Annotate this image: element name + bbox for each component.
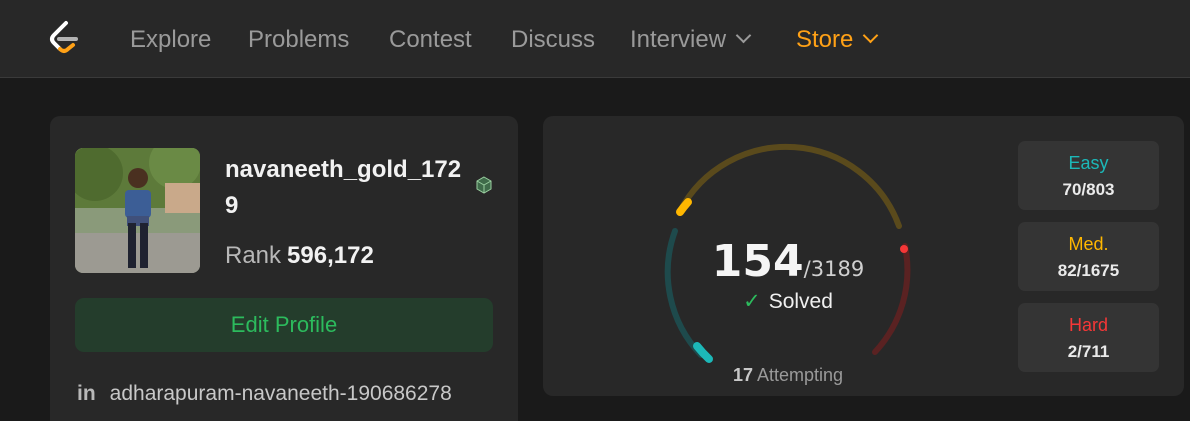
difficulty-hard-value: 2/711 xyxy=(1067,342,1110,361)
attempting: 17 Attempting xyxy=(653,365,923,386)
chevron-down-icon xyxy=(863,27,879,44)
nav-contest[interactable]: Contest xyxy=(389,26,472,54)
rank-value: 596,172 xyxy=(287,242,374,269)
username: navaneeth_gold_1729 xyxy=(225,156,462,219)
linkedin-handle: adharapuram-navaneeth-190686278 xyxy=(109,382,452,405)
nav-interview[interactable]: Interview xyxy=(630,26,752,54)
nav-explore[interactable]: Explore xyxy=(130,26,211,54)
difficulty-medium-value: 82/1675 xyxy=(1057,261,1120,280)
leetcode-logo-icon[interactable] xyxy=(46,20,82,58)
nav-problems[interactable]: Problems xyxy=(248,26,349,54)
difficulty-medium-label: Med. xyxy=(1068,234,1109,254)
attempting-count: 17 xyxy=(732,365,753,385)
edit-profile-button[interactable]: Edit Profile xyxy=(75,298,493,352)
solved-number: 154 xyxy=(711,236,804,287)
rank-label: Rank xyxy=(225,242,282,269)
top-navbar: Explore Problems Contest Discuss Intervi… xyxy=(0,0,1190,78)
difficulty-easy[interactable]: Easy 70/803 xyxy=(1018,141,1159,210)
avatar-photo xyxy=(75,148,200,273)
nav-discuss[interactable]: Discuss xyxy=(511,26,595,54)
solved-label: ✓ Solved xyxy=(653,289,923,314)
badge-cube-icon[interactable] xyxy=(475,176,493,194)
profile-card: navaneeth_gold_1729 Rank 596,172 Edit Pro… xyxy=(50,116,518,421)
nav-interview-label: Interview xyxy=(630,26,727,53)
nav-store-label: Store xyxy=(796,26,854,53)
attempting-label: Attempting xyxy=(757,365,844,385)
solved-gauge: 154/3189 ✓ Solved 17 Attempting xyxy=(653,136,923,396)
difficulty-hard[interactable]: Hard 2/711 xyxy=(1018,303,1159,372)
avatar[interactable] xyxy=(75,148,200,273)
linkedin-icon: in xyxy=(77,382,96,405)
difficulty-easy-value: 70/803 xyxy=(1062,180,1115,199)
solved-text: Solved xyxy=(768,290,833,313)
nav-store[interactable]: Store xyxy=(796,26,879,54)
chevron-down-icon xyxy=(735,27,752,44)
solved-count: 154/3189 xyxy=(653,236,923,287)
difficulty-medium[interactable]: Med. 82/1675 xyxy=(1018,222,1159,291)
solved-total: /3189 xyxy=(803,257,865,281)
rank: Rank 596,172 xyxy=(225,240,374,272)
linkedin-link[interactable]: in adharapuram-navaneeth-190686278 xyxy=(77,380,452,408)
difficulty-hard-label: Hard xyxy=(1068,315,1108,335)
solved-stats-card: 154/3189 ✓ Solved 17 Attempting Easy 70/8… xyxy=(543,116,1184,396)
checkmark-icon: ✓ xyxy=(743,290,761,313)
difficulty-easy-label: Easy xyxy=(1068,153,1109,173)
